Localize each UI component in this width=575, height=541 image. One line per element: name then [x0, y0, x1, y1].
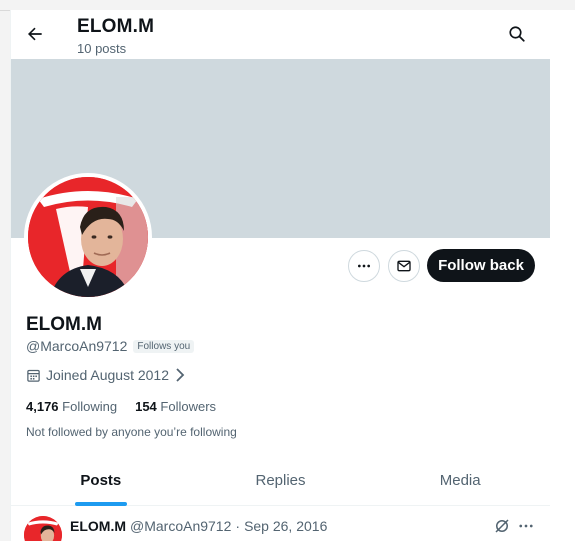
page-right-gutter	[550, 10, 575, 541]
search-icon	[509, 26, 525, 42]
tab-label: Replies	[255, 472, 306, 489]
back-button[interactable]	[23, 22, 47, 46]
chevron-right-icon	[176, 368, 185, 382]
message-button[interactable]	[388, 250, 420, 282]
header-profile-name: ELOM.M	[77, 16, 155, 37]
following-link[interactable]: 4,176 Following	[26, 399, 117, 414]
post-avatar[interactable]	[24, 516, 62, 541]
mutual-followers-note: Not followed by anyone you’re following	[26, 425, 237, 439]
joined-date-text: Joined August 2012	[46, 367, 169, 383]
tab-replies[interactable]: Replies	[191, 456, 371, 505]
follows-you-badge: Follows you	[133, 339, 195, 353]
post-date[interactable]: Sep 26, 2016	[244, 518, 327, 534]
handle-row: @MarcoAn9712 Follows you	[26, 338, 195, 354]
grok-button[interactable]	[493, 517, 511, 535]
followers-count: 154	[135, 399, 157, 414]
profile-header: ELOM.M 10 posts	[11, 10, 550, 59]
grok-icon	[495, 519, 509, 533]
following-label: Following	[62, 399, 118, 414]
followers-label: Followers	[160, 399, 217, 414]
post-avatar-photo	[24, 516, 62, 541]
profile-page: ELOM.M 10 posts Follow back ELOM.M @Marc…	[10, 10, 551, 541]
envelope-icon	[397, 260, 411, 272]
post-more-button[interactable]	[517, 517, 535, 535]
tab-label: Posts	[80, 472, 122, 489]
post-item[interactable]: ELOM.M @MarcoAn9712 · Sep 26, 2016	[11, 506, 550, 541]
post-author-handle[interactable]: @MarcoAn9712	[130, 518, 231, 534]
tab-media[interactable]: Media	[370, 456, 550, 505]
post-header: ELOM.M @MarcoAn9712 · Sep 26, 2016	[70, 518, 327, 534]
arrow-left-icon	[28, 27, 42, 41]
more-horizontal-icon	[358, 264, 370, 268]
post-author-name[interactable]: ELOM.M	[70, 518, 126, 534]
profile-tabs: Posts Replies Media	[11, 456, 550, 506]
header-posts-count: 10 posts	[77, 41, 127, 56]
joined-date-row[interactable]: Joined August 2012	[26, 367, 186, 383]
profile-display-name: ELOM.M	[26, 314, 102, 335]
search-button[interactable]	[506, 23, 528, 45]
following-count: 4,176	[26, 399, 59, 414]
post-separator: ·	[235, 518, 241, 534]
tab-label: Media	[439, 472, 481, 489]
more-horizontal-icon	[519, 524, 533, 528]
calendar-icon	[27, 369, 40, 382]
more-options-button[interactable]	[348, 250, 380, 282]
followers-link[interactable]: 154 Followers	[135, 399, 216, 414]
profile-actions: Follow back	[11, 248, 550, 284]
follow-stats: 4,176 Following 154 Followers	[26, 399, 216, 414]
profile-handle: @MarcoAn9712	[26, 338, 128, 354]
follow-back-button[interactable]: Follow back	[427, 249, 535, 282]
tab-posts[interactable]: Posts	[11, 456, 191, 506]
